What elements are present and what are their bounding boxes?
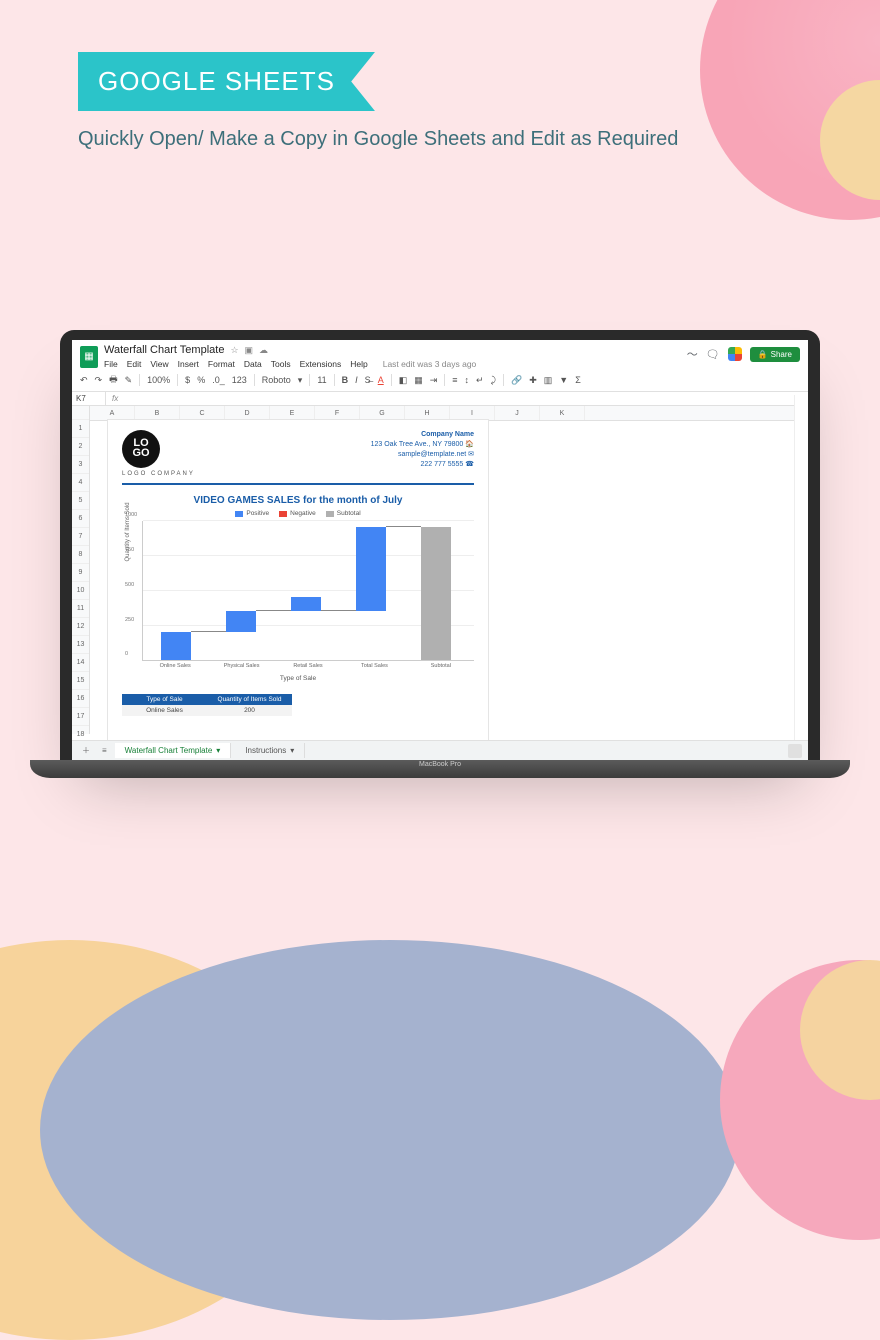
menu-tools[interactable]: Tools [271, 359, 291, 369]
col-headers[interactable]: ABC DEF GHI JK [90, 406, 808, 421]
company-email: sample@template.net ✉ [371, 450, 474, 460]
menu-edit[interactable]: Edit [127, 359, 142, 369]
all-sheets-button[interactable]: ≡ [98, 744, 111, 757]
cloud-status-icon: ☁ [259, 345, 268, 356]
chart-icon[interactable]: ▥ [544, 375, 553, 386]
font-size[interactable]: 11 [317, 375, 326, 385]
italic-icon[interactable]: I [355, 375, 358, 385]
filter-icon[interactable]: ▼ [559, 375, 568, 385]
comment-icon[interactable]: 🗨 [706, 348, 720, 361]
number-format[interactable]: 123 [232, 375, 247, 385]
merge-icon[interactable]: ⇥ [430, 375, 438, 386]
page-subtitle: Quickly Open/ Make a Copy in Google Shee… [78, 128, 678, 151]
lock-icon: 🔒 [758, 350, 768, 359]
borders-icon[interactable]: ▦ [414, 375, 423, 386]
text-color-icon[interactable]: A [378, 375, 384, 385]
chevron-down-icon[interactable]: ▾ [298, 375, 303, 386]
meet-icon[interactable] [728, 347, 742, 361]
company-info: Company Name 123 Oak Tree Ave., NY 79800… [371, 430, 474, 477]
screen: ▦ Waterfall Chart Template ☆ ▣ ☁ File Ed… [72, 340, 808, 760]
star-icon[interactable]: ☆ [230, 345, 238, 356]
share-button[interactable]: 🔒 Share [750, 347, 800, 362]
x-axis-label: Type of Sale [122, 675, 474, 682]
gs-header: ▦ Waterfall Chart Template ☆ ▣ ☁ File Ed… [72, 340, 808, 369]
zoom-select[interactable]: 100% [147, 375, 170, 385]
bar-retail [291, 597, 321, 611]
strike-icon[interactable]: S̶ [365, 375, 371, 385]
company-phone: 222 777 5555 ☎ [371, 460, 474, 470]
menu-file[interactable]: File [104, 359, 118, 369]
data-table: Type of Sale Quantity of Items Sold Onli… [122, 694, 292, 716]
name-box[interactable]: K7 [72, 392, 106, 405]
bar-total [356, 527, 386, 611]
row-headers[interactable]: 123 456 789 101112 131415 161718 1920 [72, 406, 90, 734]
waterfall-chart: Quantity of Items Sold 250 500 750 1000 … [142, 521, 474, 661]
currency-icon[interactable]: $ [185, 375, 190, 385]
menu-extensions[interactable]: Extensions [300, 359, 342, 369]
sheets-logo-icon: ▦ [80, 346, 98, 368]
menu-data[interactable]: Data [244, 359, 262, 369]
menu-help[interactable]: Help [350, 359, 367, 369]
toolbar: ↶ ↷ 🖶 ✎ 100% $ % .0_ 123 Roboto ▾ 11 B I… [72, 369, 808, 392]
fx-icon: fx [106, 392, 124, 405]
menu-insert[interactable]: Insert [178, 359, 199, 369]
redo-icon[interactable]: ↷ [95, 375, 103, 386]
menu-view[interactable]: View [150, 359, 168, 369]
link-icon[interactable]: 🔗 [511, 375, 522, 386]
side-panel[interactable] [794, 395, 808, 740]
bold-icon[interactable]: B [342, 375, 349, 385]
laptop-mockup: ▦ Waterfall Chart Template ☆ ▣ ☁ File Ed… [60, 330, 820, 778]
chevron-down-icon[interactable]: ▾ [216, 746, 220, 755]
sheet-tabs-bar: ＋ ≡ Waterfall Chart Template▾ Instructio… [72, 740, 808, 760]
decrease-decimal-icon[interactable]: .0_ [212, 375, 225, 385]
wrap-icon[interactable]: ↵ [476, 375, 484, 386]
ribbon-badge: GOOGLE SHEETS [78, 52, 375, 111]
h-align-icon[interactable]: ≡ [452, 375, 457, 385]
spreadsheet-grid[interactable]: 123 456 789 101112 131415 161718 1920 AB… [72, 406, 808, 734]
chevron-down-icon[interactable]: ▾ [290, 746, 294, 755]
add-sheet-button[interactable]: ＋ [78, 743, 94, 758]
company-name: Company Name [371, 430, 474, 440]
move-folder-icon[interactable]: ▣ [245, 345, 254, 356]
logo-icon: LO GO [122, 430, 160, 468]
table-header: Quantity of Items Sold [207, 694, 292, 705]
menu-format[interactable]: Format [208, 359, 235, 369]
bar-online [161, 632, 191, 660]
decor-blob [40, 940, 740, 1320]
formula-bar: K7 fx [72, 392, 808, 406]
chart-title: VIDEO GAMES SALES for the month of July [122, 495, 474, 506]
bar-physical [226, 611, 256, 632]
undo-icon[interactable]: ↶ [80, 375, 88, 386]
share-label: Share [771, 350, 792, 359]
rotate-icon[interactable]: ⤸ [491, 375, 496, 386]
history-icon[interactable]: 〜 [687, 346, 698, 362]
percent-icon[interactable]: % [197, 375, 205, 385]
functions-icon[interactable]: Σ [575, 375, 581, 385]
bar-subtotal [421, 527, 451, 660]
fill-color-icon[interactable]: ◧ [399, 375, 408, 386]
embedded-document: LO GO LOGO COMPANY Company Name 123 Oak … [108, 420, 488, 760]
v-align-icon[interactable]: ↕ [465, 375, 470, 385]
logo-caption: LOGO COMPANY [122, 471, 195, 477]
company-address: 123 Oak Tree Ave., NY 79800 🏠 [371, 440, 474, 450]
paint-format-icon[interactable]: ✎ [125, 375, 133, 386]
print-icon[interactable]: 🖶 [109, 372, 118, 388]
x-tick-labels: Online Sales Physical Sales Retail Sales… [142, 661, 474, 669]
doc-title[interactable]: Waterfall Chart Template [104, 344, 224, 357]
last-edit[interactable]: Last edit was 3 days ago [383, 359, 477, 369]
chart-legend: Positive Negative Subtotal [122, 510, 474, 517]
laptop-base [30, 760, 850, 778]
font-select[interactable]: Roboto [262, 375, 291, 385]
sheet-tab-active[interactable]: Waterfall Chart Template▾ [115, 743, 232, 758]
menu-bar: File Edit View Insert Format Data Tools … [104, 359, 476, 369]
table-row: Online Sales 200 [122, 705, 292, 716]
table-header: Type of Sale [122, 694, 207, 705]
explore-button[interactable] [788, 744, 802, 758]
sheet-tab[interactable]: Instructions▾ [235, 743, 305, 758]
comment-add-icon[interactable]: ✚ [529, 375, 537, 386]
